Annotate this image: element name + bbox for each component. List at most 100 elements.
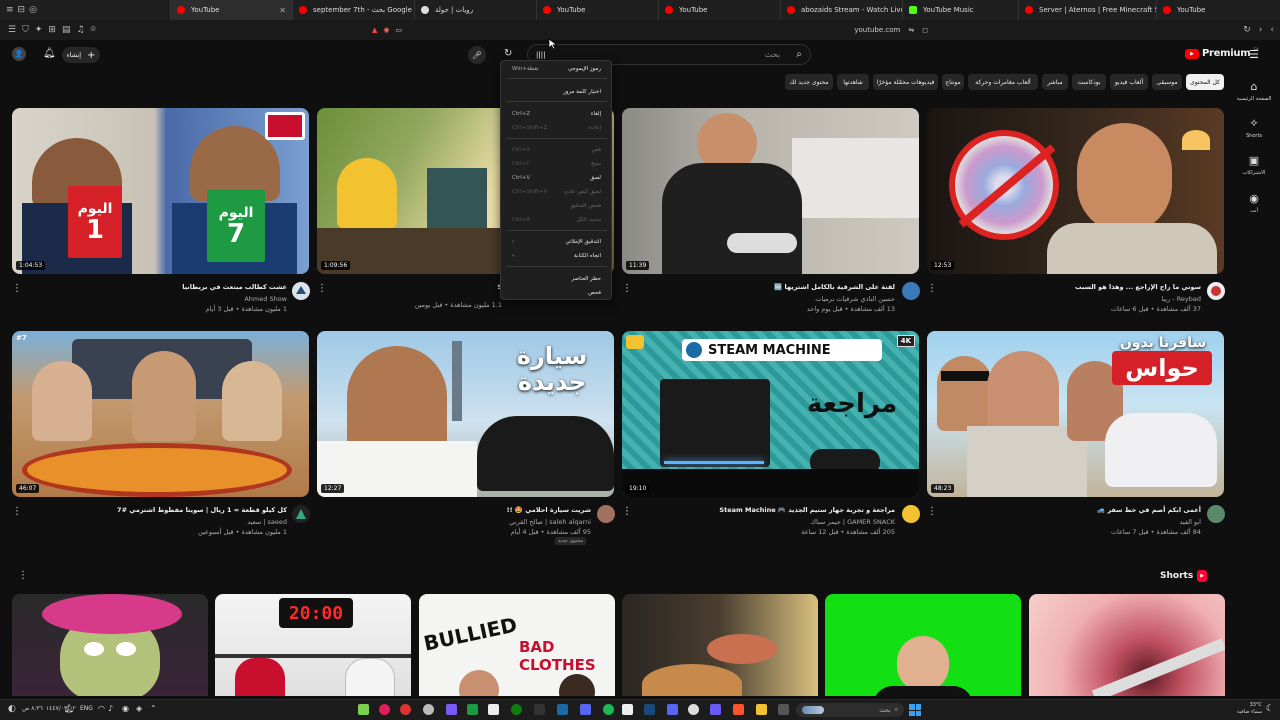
menu-item-copy[interactable]: Ctrl+C نسخ <box>501 158 613 170</box>
downloads-icon[interactable]: ⌾ <box>91 25 96 35</box>
youtube-logo[interactable]: ▶ Premium SA <box>1185 47 1259 59</box>
show-desktop-icon[interactable]: ◐ <box>8 704 16 714</box>
menu-item-choose-password[interactable]: اختيار كلمة مرور <box>501 86 613 98</box>
reload-icon[interactable]: ↻ <box>1243 25 1251 35</box>
app-icon[interactable] <box>778 704 789 715</box>
voice-search-icon[interactable]: 🎤︎ <box>468 46 486 64</box>
app-icon[interactable] <box>644 704 655 715</box>
tab-youtube-3[interactable]: YouTube <box>658 0 780 20</box>
notifications-icon[interactable]: 🔔︎ <box>64 704 74 713</box>
puzzle-icon[interactable]: ✦ <box>35 25 43 35</box>
app-icon[interactable] <box>511 704 522 715</box>
short-card[interactable] <box>1029 594 1225 696</box>
more-actions-icon[interactable]: ⋮ <box>12 506 22 517</box>
more-actions-icon[interactable]: ⋮ <box>927 506 937 517</box>
channel-name[interactable]: ابو الفيد <box>904 518 1202 526</box>
channel-avatar[interactable] <box>1207 282 1225 300</box>
video-thumbnail[interactable]: 12:53 <box>927 108 1224 274</box>
workspaces-icon[interactable]: ◎ <box>29 5 37 15</box>
channel-avatar[interactable] <box>1207 505 1225 523</box>
taskbar-search[interactable]: بحث ⌕ <box>796 703 904 717</box>
menu-item-select-all[interactable]: Ctrl+A تحديد الكل <box>501 214 613 226</box>
rail-home[interactable]: ⌂ الصفحة الرئيسية <box>1236 80 1272 102</box>
video-title[interactable]: سوني ما راح الإراجع ... وهذا هو السبب <box>904 283 1201 291</box>
video-title[interactable]: أعمى ابكم أصم في خط سفر 🚙 <box>904 506 1201 514</box>
rail-subscriptions[interactable]: ▣ الاشتراكات <box>1236 154 1272 176</box>
menu-item-redo[interactable]: Ctrl+Shift+Z إعادة <box>501 122 613 134</box>
tune-icon[interactable]: ⇋ <box>908 26 914 34</box>
chip-podcasts[interactable]: بودكاست <box>1072 74 1106 90</box>
video-thumbnail[interactable]: #7 46:07 <box>12 331 309 497</box>
menu-item-paste[interactable]: Ctrl+V لصق <box>501 172 613 184</box>
channel-name[interactable]: حسين النادي شرقيات برميات <box>598 295 895 303</box>
app-icon[interactable] <box>446 704 457 715</box>
more-actions-icon[interactable]: ⋮ <box>927 283 937 294</box>
rewards-icon[interactable]: ◉ <box>383 26 389 34</box>
avatar[interactable]: 👤 <box>12 47 26 61</box>
app-icon[interactable] <box>580 704 591 715</box>
app-icon[interactable] <box>467 704 478 715</box>
short-card[interactable] <box>622 594 818 696</box>
app-icon[interactable] <box>557 704 568 715</box>
chip-live[interactable]: مباشر <box>1042 74 1068 90</box>
close-tab-icon[interactable]: ✕ <box>279 6 286 15</box>
chip-music[interactable]: موسيقى <box>1152 74 1182 90</box>
back-icon[interactable]: ‹ <box>1270 25 1274 35</box>
tab-youtube-2[interactable]: YouTube <box>536 0 658 20</box>
video-thumbnail[interactable]: سيارة جديدة 12:27 <box>317 331 614 497</box>
channel-name[interactable]: GAMER SNACK | جيمر سناك <box>598 518 895 526</box>
volume-icon[interactable]: ♪ <box>108 704 113 713</box>
menu-item-spellcheck[interactable]: ‹ التدقيق الإملائي <box>501 236 613 248</box>
app-icon[interactable] <box>423 704 434 715</box>
menu-item-block-elements[interactable]: حظر العناصر <box>501 273 613 285</box>
tab-google-search[interactable]: september 7th - بحث Google <box>292 0 414 20</box>
shorts-more-icon[interactable]: ⋮ <box>18 570 28 581</box>
menu-item-undo[interactable]: Ctrl+Z إلغاء <box>501 108 613 120</box>
app-icon[interactable] <box>710 704 721 715</box>
channel-name[interactable]: saleh alqarni | صالح القرني <box>294 518 591 526</box>
video-title[interactable]: شريت سيارة احلامي 🤩 !! <box>294 506 591 514</box>
chip-montage[interactable]: مونتاج <box>942 74 964 90</box>
url-text[interactable]: youtube.com <box>854 26 900 34</box>
chip-video-games[interactable]: ألعاب فيديو <box>1110 74 1148 90</box>
rail-you[interactable]: ◉ أنت <box>1236 192 1272 214</box>
app-icon[interactable] <box>756 704 767 715</box>
video-title[interactable]: كل كيلو قطعة = 1 ريال | سويتا مفطوط اشتر… <box>0 506 287 514</box>
app-icon[interactable] <box>622 704 633 715</box>
chevron-up-icon[interactable]: ⌃ <box>150 704 157 713</box>
app-icon[interactable] <box>400 704 411 715</box>
music-icon[interactable]: ♫ <box>76 25 84 35</box>
tab-aternos[interactable]: Server | Aternos | Free Minecraft Serv <box>1018 0 1156 20</box>
address-bar[interactable]: ▲ ◉ ▭ youtube.com ⇋ ◻ <box>372 23 928 37</box>
video-thumbnail[interactable]: سافرنا بدون حواس 48:23 <box>927 331 1224 497</box>
menu-item-check[interactable]: فحص التدقيق <box>501 200 613 212</box>
menu-item-writing-direction[interactable]: ‹ اتجاه الكتابة <box>501 250 613 262</box>
more-actions-icon[interactable]: ⋮ <box>317 283 327 294</box>
window-icon[interactable]: ⊟ <box>18 5 26 15</box>
wifi-icon[interactable]: ◠ <box>98 704 105 713</box>
tab-youtube-4[interactable]: YouTube <box>1156 0 1250 20</box>
create-button[interactable]: إنشاء + <box>62 47 100 63</box>
bookmark-star-icon[interactable]: ◻ <box>922 26 928 34</box>
app-icon[interactable] <box>603 704 614 715</box>
weather-widget[interactable]: 33°C سماء صافية ☾ <box>1222 702 1274 716</box>
tab-rawayat[interactable]: رويات | جولة <box>414 0 536 20</box>
chip-action-adventure[interactable]: ألعاب مغامرات وحركة <box>968 74 1038 90</box>
app-icon[interactable] <box>688 704 699 715</box>
tray-icon[interactable]: ◈ <box>136 704 142 713</box>
menu-item-emoji[interactable]: Win+نقطة رموز الإيموجي <box>501 63 613 75</box>
start-button[interactable] <box>909 704 921 716</box>
channel-name[interactable]: Reybad - ريبا <box>904 295 1201 303</box>
app-icon[interactable] <box>733 704 744 715</box>
more-actions-icon[interactable]: ⋮ <box>12 283 22 294</box>
media-icon[interactable]: ▤ <box>62 25 71 35</box>
search-icon[interactable]: ⌕ <box>788 45 810 64</box>
language-indicator[interactable]: ENG <box>80 705 93 712</box>
app-icon[interactable] <box>379 704 390 715</box>
guide-menu-icon[interactable]: ☰ <box>1249 48 1259 61</box>
video-title[interactable]: لقنة على الشرقية بالكامل اشتريها 🆕 <box>598 283 895 291</box>
chip-all[interactable]: كل المحتوى <box>1186 74 1224 90</box>
video-thumbnail[interactable]: 11:39 <box>622 108 919 274</box>
short-card[interactable] <box>12 594 208 696</box>
video-thumbnail[interactable]: STEAM MACHINE 4K مراجعة 19:10 <box>622 331 919 497</box>
